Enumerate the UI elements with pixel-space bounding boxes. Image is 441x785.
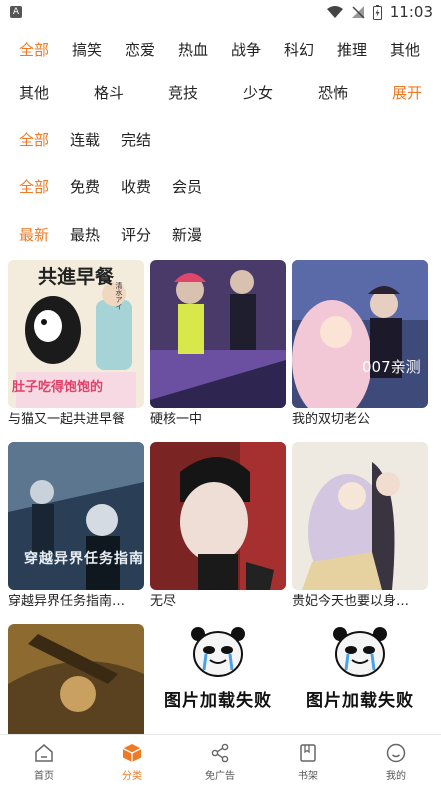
status-option[interactable]: 连载 [70, 125, 100, 155]
smiley-icon [386, 743, 406, 763]
comic-card[interactable]: 007亲测 我的双切老公 [292, 260, 428, 429]
tab-home[interactable]: 首页 [0, 735, 88, 785]
sort-option[interactable]: 新漫 [172, 220, 202, 250]
comic-cover-failed[interactable]: 图片加载失败 [292, 624, 428, 734]
price-option[interactable]: 会员 [172, 172, 202, 202]
tab-label: 我的 [386, 771, 406, 782]
expand-button[interactable]: 展开 [392, 78, 422, 108]
genre-option[interactable]: 科幻 [284, 35, 314, 65]
sort-option[interactable]: 最热 [70, 220, 100, 250]
genre-option[interactable]: 其他 [19, 78, 49, 108]
genre-option[interactable]: 少女 [243, 78, 273, 108]
image-load-failed-text: 图片加载失败 [306, 691, 414, 711]
cover-illustration [8, 624, 144, 734]
comic-card[interactable]: 硬核一中 [150, 260, 286, 429]
comic-cover[interactable] [8, 624, 144, 734]
status-option[interactable]: 完结 [121, 125, 151, 155]
cover-illustration [150, 260, 286, 408]
comic-card[interactable] [8, 624, 144, 734]
comic-cover[interactable] [150, 442, 286, 590]
battery-icon [372, 4, 382, 20]
tab-label: 分类 [122, 771, 142, 782]
comic-title[interactable]: 无尽 [150, 593, 286, 611]
genre-option[interactable]: 搞笑 [72, 35, 102, 65]
wifi-icon [326, 5, 343, 18]
tab-no-ads[interactable]: 免广告 [176, 735, 264, 785]
sort-filter-row: 最新 最热 评分 新漫 [0, 220, 441, 250]
book-icon [300, 744, 316, 762]
tab-category[interactable]: 分类 [88, 735, 176, 785]
comic-card[interactable]: 穿越异界任务指南 穿越异界任务指南… [8, 442, 144, 611]
tab-label: 首页 [34, 771, 54, 782]
comic-title[interactable]: 穿越异界任务指南… [8, 593, 144, 611]
comic-title[interactable]: 与猫又一起共进早餐 [8, 411, 144, 429]
tab-label: 书架 [298, 771, 318, 782]
genre-filter-row-1: 全部 搞笑 恋爱 热血 战争 科幻 推理 其他 [0, 35, 441, 65]
genre-option[interactable]: 热血 [178, 35, 208, 65]
comic-cover[interactable]: 穿越异界任务指南 [8, 442, 144, 590]
home-icon [35, 744, 53, 762]
bottom-tab-bar: 首页 分类 免广告 书架 我的 [0, 734, 441, 784]
comic-card[interactable]: 图片加载失败 [150, 624, 286, 734]
genre-option[interactable]: 战争 [231, 35, 261, 65]
price-filter-row: 全部 免费 收费 会员 [0, 172, 441, 202]
sort-option[interactable]: 最新 [19, 220, 49, 250]
comic-title[interactable]: 贵妃今天也要以身… [292, 593, 428, 611]
cover-illustration [150, 442, 286, 590]
share-icon [211, 743, 229, 763]
tab-mine[interactable]: 我的 [352, 735, 440, 785]
status-bar: A 11:03 [0, 0, 441, 26]
comic-cover[interactable]: 共進早餐 清水アイ 肚子吃得饱饱的 [8, 260, 144, 408]
genre-option[interactable]: 其他 [390, 35, 420, 65]
comic-card[interactable]: 图片加载失败 [292, 624, 428, 734]
image-load-failed-text: 图片加载失败 [164, 691, 272, 711]
cover-illustration [292, 442, 428, 590]
price-option[interactable]: 全部 [19, 172, 49, 202]
tab-label: 免广告 [205, 771, 235, 782]
app-notification-icon: A [10, 6, 22, 18]
tab-bookshelf[interactable]: 书架 [264, 735, 352, 785]
category-cube-icon [122, 744, 142, 762]
genre-filter-row-2: 其他 格斗 竞技 少女 恐怖 展开 [0, 78, 441, 108]
comic-cover[interactable]: 007亲测 [292, 260, 428, 408]
cover-title-text: 穿越异界任务指南 [24, 551, 144, 567]
comic-card[interactable]: 无尽 [150, 442, 286, 611]
comic-cover[interactable] [150, 260, 286, 408]
status-option[interactable]: 全部 [19, 125, 49, 155]
genre-option[interactable]: 竞技 [168, 78, 198, 108]
comic-card[interactable]: 贵妃今天也要以身… [292, 442, 428, 611]
comic-cover-failed[interactable]: 图片加载失败 [150, 624, 286, 734]
genre-option[interactable]: 恐怖 [318, 78, 348, 108]
comic-title[interactable]: 我的双切老公 [292, 411, 428, 429]
status-filter-row: 全部 连载 完结 [0, 125, 441, 155]
comic-cover[interactable] [292, 442, 428, 590]
genre-option[interactable]: 推理 [337, 35, 367, 65]
genre-option[interactable]: 恋爱 [125, 35, 155, 65]
cover-caption-text: 肚子吃得饱饱的 [12, 380, 104, 395]
cover-author-text: 清水アイ [115, 282, 123, 310]
comic-title[interactable]: 硬核一中 [150, 411, 286, 429]
clock: 11:03 [389, 3, 433, 21]
cover-illustration [292, 260, 428, 408]
crying-panda-icon [333, 627, 387, 677]
cover-title-text: 共進早餐 [38, 266, 115, 288]
signal-off-icon [351, 6, 365, 19]
genre-option[interactable]: 全部 [19, 35, 49, 65]
crying-panda-icon [191, 627, 245, 677]
price-option[interactable]: 收费 [121, 172, 151, 202]
price-option[interactable]: 免费 [70, 172, 100, 202]
sort-option[interactable]: 评分 [121, 220, 151, 250]
comic-card[interactable]: 共進早餐 清水アイ 肚子吃得饱饱的 与猫又一起共进早餐 [8, 260, 144, 429]
genre-option[interactable]: 格斗 [94, 78, 124, 108]
cover-badge-text: 007亲测 [362, 358, 421, 376]
